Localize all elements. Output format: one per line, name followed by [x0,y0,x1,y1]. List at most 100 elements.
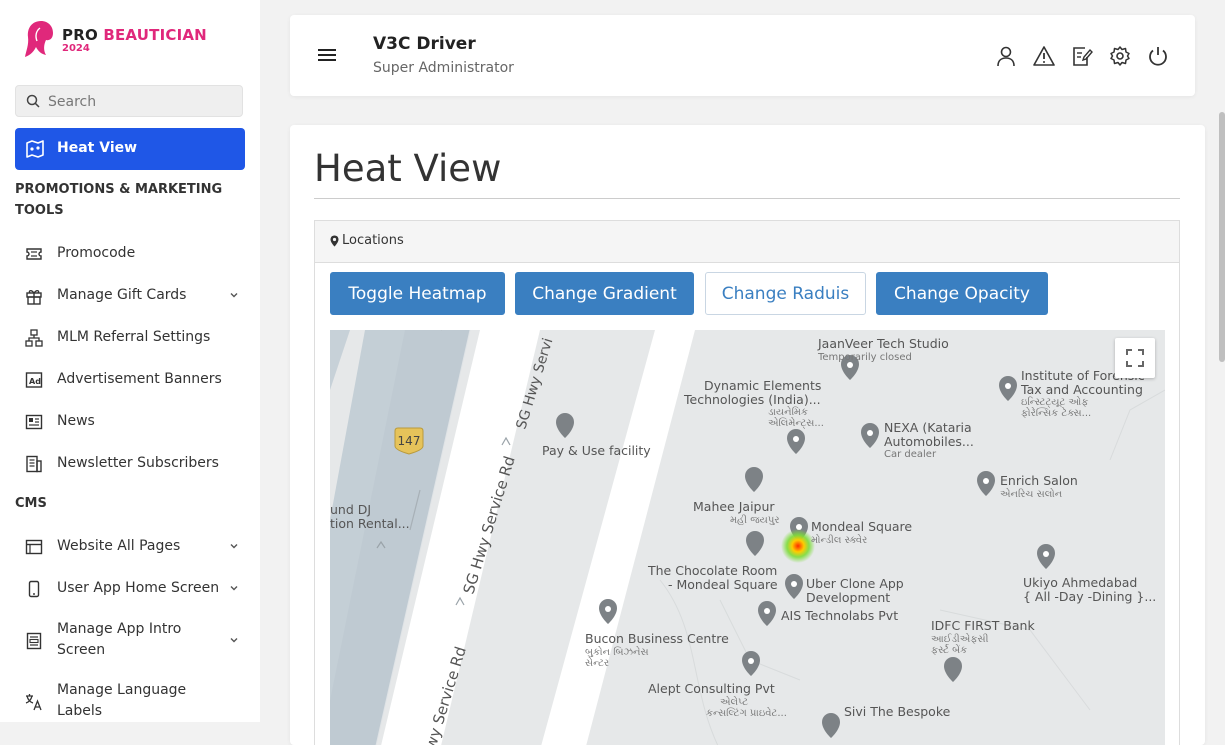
fullscreen-icon [1126,349,1144,367]
svg-text:Mondeal Square: Mondeal Square [811,519,912,534]
sidebar-item-mlm-referral[interactable]: MLM Referral Settings [15,316,245,358]
svg-text:ફોરેન્સિક ટેક્સ...: ફોરેન્સિક ટેક્સ... [1021,406,1091,419]
change-gradient-button[interactable]: Change Gradient [515,272,694,315]
sidebar-item-newsletter-subscribers[interactable]: Newsletter Subscribers [15,442,245,484]
search-input[interactable] [46,91,240,113]
edit-note-icon[interactable] [1071,45,1093,67]
svg-text:એલિમેન્ટ્સ...: એલિમેન્ટ્સ... [768,416,824,429]
sidebar-item-label: Manage Language Labels [57,682,187,719]
woman-silhouette-icon [25,21,53,57]
subscribers-icon [26,455,42,473]
alert-icon[interactable] [1033,45,1055,67]
hierarchy-icon [25,329,43,347]
svg-text:બુકોન બિઝનેસ: બુકોન બિઝનેસ [585,645,649,658]
chevron-down-icon [230,586,238,591]
sidebar-item-app-intro[interactable]: Manage App Intro Screen [15,619,245,661]
chevron-down-icon [230,638,238,643]
divider [314,198,1180,199]
svg-text:Dynamic Elements: Dynamic Elements [704,378,821,393]
sidebar-item-language-labels[interactable]: Manage Language Labels [15,680,245,722]
power-icon[interactable] [1147,45,1169,67]
svg-text:કન્સલ્ટિંગ પ્રાઇવેટ...: કન્સલ્ટિંગ પ્રાઇવેટ... [706,706,787,719]
sidebar: PRO BEAUTICIAN 2024 Heat View PROMOTIONS… [0,0,260,722]
top-header: V3C Driver Super Administrator [290,15,1195,96]
map-marker-icon [330,235,339,247]
sidebar-item-label: Newsletter Subscribers [57,454,219,471]
sidebar-item-label: Promocode [57,244,136,261]
toggle-heatmap-button[interactable]: Toggle Heatmap [330,272,505,315]
svg-text:સેન્ટર: સેન્ટર [585,656,609,669]
intro-screen-icon [26,632,42,650]
user-icon[interactable] [995,45,1017,67]
ticket-icon [26,248,42,260]
svg-text:und DJ: und DJ [330,502,371,517]
svg-text:tion Rental...: tion Rental... [330,516,410,531]
svg-text:ફર્સ્ટ બેંક: ફર્સ્ટ બેંક [931,643,967,656]
sidebar-item-website-pages[interactable]: Website All Pages [15,525,245,567]
menu-icon[interactable] [317,47,337,63]
user-name: V3C Driver [373,34,476,54]
panel-header: Locations [315,221,1179,263]
svg-text:Uber Clone App: Uber Clone App [806,576,904,591]
svg-text:Ad: Ad [29,377,41,386]
svg-text:Mahee Jaipur: Mahee Jaipur [693,499,775,514]
sidebar-item-promocode[interactable]: Promocode [15,232,245,274]
sidebar-item-heat-view[interactable]: Heat View [15,128,245,170]
svg-text:Car dealer: Car dealer [884,449,937,460]
locations-panel: Locations Toggle Heatmap Change Gradient… [314,220,1180,745]
svg-text:NEXA (Kataria: NEXA (Kataria [884,420,972,435]
svg-text:ડાયનેમિક: ડાયનેમિક [768,405,808,418]
sidebar-item-label: User App Home Screen [57,579,220,596]
svg-text:આઈડીએફસી: આઈડીએફસી [931,632,989,645]
svg-text:એનરિચ સલોન: એનરિચ સલોન [1000,487,1063,500]
logo-brand: PRO BEAUTICIAN [62,26,207,44]
svg-text:JaanVeer Tech Studio: JaanVeer Tech Studio [817,336,949,351]
sidebar-item-label: News [57,412,95,429]
svg-text:ઇન્સ્ટિટ્યૂટ ઓફ: ઇન્સ્ટિટ્યૂટ ઓફ [1021,395,1088,408]
svg-text:147: 147 [398,434,421,448]
fullscreen-button[interactable] [1115,338,1155,378]
change-radius-button[interactable]: Change Raduis [705,272,866,315]
svg-text:Sivi The Bespoke: Sivi The Bespoke [844,704,951,719]
mobile-icon [28,580,40,598]
sidebar-search[interactable] [15,85,243,117]
sidebar-item-gift-cards[interactable]: Manage Gift Cards [15,274,245,316]
sidebar-item-label: Manage App Intro Screen [57,621,182,658]
svg-text:Alept Consulting Pvt: Alept Consulting Pvt [648,681,775,696]
header-actions [995,45,1169,67]
highway-shield: 147 [394,427,424,455]
page-scrollbar[interactable] [1219,112,1225,362]
sidebar-item-news[interactable]: News [15,400,245,442]
sidebar-item-label: Manage Gift Cards [57,286,187,303]
svg-text:- Mondeal Square: - Mondeal Square [668,577,778,592]
svg-text:The Chocolate Room: The Chocolate Room [647,563,777,578]
svg-text:IDFC FIRST Bank: IDFC FIRST Bank [931,618,1035,633]
page-title: Heat View [314,147,502,190]
sidebar-item-label: Website All Pages [57,537,181,554]
map-canvas[interactable]: SG Hwy Servi SG Hwy Service Rd wy Servic… [330,330,1165,745]
svg-text:{ All -Day -Dining }...: { All -Day -Dining }... [1023,589,1156,604]
gift-icon [26,290,42,305]
app-logo[interactable]: PRO BEAUTICIAN 2024 [24,18,207,60]
sidebar-item-advertisement-banners[interactable]: Ad Advertisement Banners [15,358,245,400]
settings-icon[interactable] [1109,45,1131,67]
heat-map[interactable]: SG Hwy Servi SG Hwy Service Rd wy Servic… [330,330,1165,745]
heat-view-icon [26,140,44,158]
section-title-cms: CMS [15,496,47,511]
svg-text:Enrich Salon: Enrich Salon [1000,473,1078,488]
svg-text:મોન્ડીલ સ્ક્વેર: મોન્ડીલ સ્ક્વેર [811,533,867,546]
section-title-promotions: PROMOTIONS & MARKETING TOOLS [15,182,223,218]
sidebar-item-label: Heat View [57,140,138,156]
svg-text:Tax and Accounting: Tax and Accounting [1020,382,1143,397]
svg-text:AIS Technolabs Pvt: AIS Technolabs Pvt [781,608,898,623]
panel-title: Locations [342,233,404,248]
chevron-down-icon [230,544,238,549]
svg-text:Automobiles...: Automobiles... [884,434,974,449]
svg-text:એલેપ્ટ: એલેપ્ટ [720,695,748,708]
change-opacity-button[interactable]: Change Opacity [876,272,1048,315]
main-card: Heat View Locations Toggle Heatmap Chang… [290,125,1205,745]
sidebar-item-user-app-home[interactable]: User App Home Screen [15,567,245,609]
language-icon [25,694,42,711]
search-icon [26,94,40,108]
sidebar-item-label: Advertisement Banners [57,370,222,387]
